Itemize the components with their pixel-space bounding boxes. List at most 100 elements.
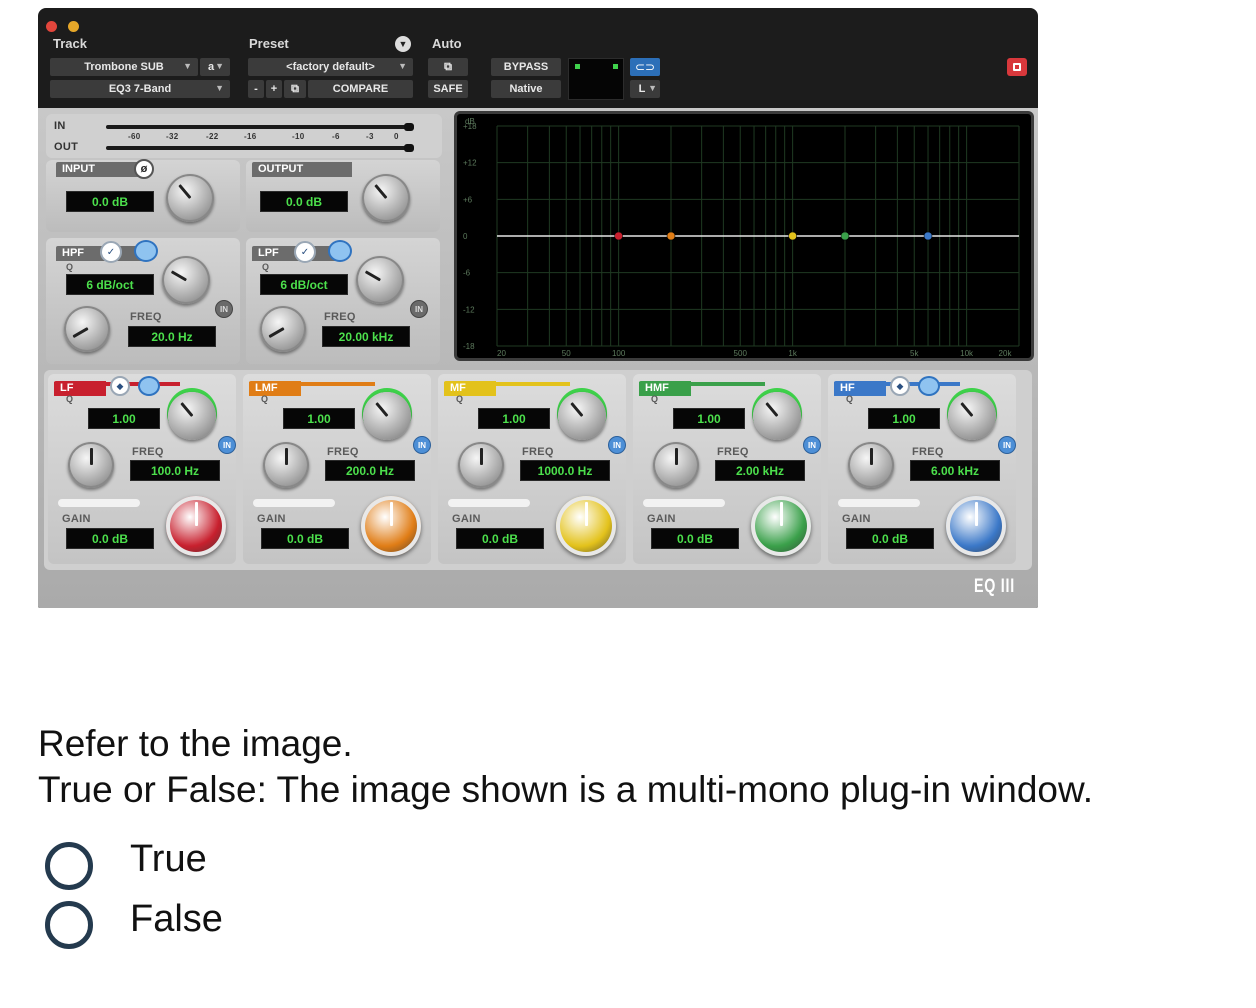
preset-selector[interactable]: <factory default> ▼ (248, 58, 413, 76)
bypass-button[interactable]: BYPASS (491, 58, 561, 76)
hpf-freq-value[interactable]: 20.0 Hz (128, 326, 216, 347)
hf-enable-icon[interactable]: ◆ (890, 376, 910, 396)
hf-gain-value[interactable]: 0.0 dB (846, 528, 934, 549)
mf-gain-knob[interactable] (556, 496, 616, 556)
output-gain-value[interactable]: 0.0 dB (260, 191, 348, 212)
lpf-freq-knob[interactable] (260, 306, 306, 352)
hpf-shape-icon[interactable] (134, 240, 158, 262)
lpf-shape-icon[interactable] (328, 240, 352, 262)
track-slot-selector[interactable]: a ▼ (200, 58, 230, 76)
lpf-enable-icon[interactable]: ✓ (294, 241, 316, 263)
option-true-label[interactable]: True (130, 838, 207, 881)
lf-gain-knob[interactable] (166, 496, 226, 556)
mf-freq-value[interactable]: 1000.0 Hz (520, 460, 610, 481)
lmf-freq-knob[interactable] (263, 442, 309, 488)
lf-freq-knob[interactable] (68, 442, 114, 488)
lmf-gain-value[interactable]: 0.0 dB (261, 528, 349, 549)
mf-q-value[interactable]: 1.00 (478, 408, 550, 429)
safe-button[interactable]: SAFE (428, 80, 468, 98)
hpf-in-button[interactable]: IN (215, 300, 233, 318)
hmf-gain-value[interactable]: 0.0 dB (651, 528, 739, 549)
hpf-slope-knob[interactable] (162, 256, 210, 304)
lmf-q-value[interactable]: 1.00 (283, 408, 355, 429)
db-tick-label: -12 (463, 305, 475, 314)
hpf-freq-knob[interactable] (64, 306, 110, 352)
meter-tick-label: -60 (128, 132, 141, 141)
lf-freq-label: FREQ (132, 446, 164, 458)
band-handle-lf[interactable] (614, 231, 623, 241)
lf-q-value[interactable]: 1.00 (88, 408, 160, 429)
lf-shelf-icon[interactable] (138, 376, 160, 396)
hf-q-knob[interactable] (948, 392, 996, 440)
record-icon[interactable] (1007, 58, 1027, 76)
insert-selector[interactable]: EQ3 7-Band ▼ (50, 80, 230, 98)
hf-in-button[interactable]: IN (998, 436, 1016, 454)
input-gain-knob[interactable] (166, 174, 214, 222)
lmf-q-knob[interactable] (363, 392, 411, 440)
hpf-slope-value[interactable]: 6 dB/oct (66, 274, 154, 295)
lf-q-knob[interactable] (168, 392, 216, 440)
lpf-slope-knob[interactable] (356, 256, 404, 304)
lpf-in-button[interactable]: IN (410, 300, 428, 318)
hmf-q-knob[interactable] (753, 392, 801, 440)
track-name: Trombone SUB (84, 61, 164, 73)
band-handle-lmf[interactable] (666, 231, 676, 241)
hmf-q-value[interactable]: 1.00 (673, 408, 745, 429)
hf-freq-value[interactable]: 6.00 kHz (910, 460, 1000, 481)
previous-preset-button[interactable]: - (248, 80, 264, 98)
mf-gain-value[interactable]: 0.0 dB (456, 528, 544, 549)
automation-button[interactable]: ⧉ (428, 58, 468, 76)
hmf-gain-label: GAIN (647, 513, 676, 525)
chevron-down-icon: ▼ (215, 83, 224, 93)
chevron-down-icon: ▼ (183, 61, 192, 71)
freq-tick-label: 20k (999, 349, 1013, 358)
lmf-in-button[interactable]: IN (413, 436, 431, 454)
input-gain-value[interactable]: 0.0 dB (66, 191, 154, 212)
hmf-freq-knob[interactable] (653, 442, 699, 488)
lpf-slope-value[interactable]: 6 dB/oct (260, 274, 348, 295)
automation-icon: ⧉ (444, 60, 452, 73)
hf-shelf-icon[interactable] (918, 376, 940, 396)
lmf-gain-knob[interactable] (361, 496, 421, 556)
compare-button[interactable]: COMPARE (308, 80, 413, 98)
channel-selector[interactable]: L ▼ (630, 80, 660, 98)
meter-out-clip[interactable] (404, 144, 414, 152)
hmf-gain-knob[interactable] (751, 496, 811, 556)
hf-gain-knob[interactable] (946, 496, 1006, 556)
option-false-radio[interactable] (45, 901, 93, 949)
track-selector[interactable]: Trombone SUB ▼ (50, 58, 198, 76)
mf-freq-knob[interactable] (458, 442, 504, 488)
close-window-button[interactable] (46, 21, 57, 32)
hmf-gain-slider-track (643, 499, 725, 507)
lpf-freq-label: FREQ (324, 311, 356, 323)
band-handle-hf[interactable] (923, 231, 933, 241)
band-handle-mf[interactable] (788, 231, 797, 241)
option-false-label[interactable]: False (130, 898, 223, 941)
lpf-freq-value[interactable]: 20.00 kHz (322, 326, 410, 347)
meter-in-clip[interactable] (404, 123, 414, 131)
next-preset-button[interactable]: + (266, 80, 282, 98)
hf-q-value[interactable]: 1.00 (868, 408, 940, 429)
option-true-radio[interactable] (45, 842, 93, 890)
lf-enable-icon[interactable]: ◆ (110, 376, 130, 396)
lf-freq-value[interactable]: 100.0 Hz (130, 460, 220, 481)
copy-settings-button[interactable]: ⧉ (284, 80, 306, 98)
lmf-freq-value[interactable]: 200.0 Hz (325, 460, 415, 481)
lf-gain-value[interactable]: 0.0 dB (66, 528, 154, 549)
mf-in-button[interactable]: IN (608, 436, 626, 454)
output-gain-knob[interactable] (362, 174, 410, 222)
link-button[interactable]: ⊂⊃ (630, 58, 660, 76)
lf-in-button[interactable]: IN (218, 436, 236, 454)
freq-tick-label: 1k (788, 349, 797, 358)
hpf-enable-icon[interactable]: ✓ (100, 241, 122, 263)
phase-invert-button[interactable]: ø (134, 159, 154, 179)
mf-q-knob[interactable] (558, 392, 606, 440)
hmf-in-button[interactable]: IN (803, 436, 821, 454)
hf-freq-knob[interactable] (848, 442, 894, 488)
minimize-window-button[interactable] (68, 21, 79, 32)
hmf-freq-value[interactable]: 2.00 kHz (715, 460, 805, 481)
lf-gain-label: GAIN (62, 513, 91, 525)
eq-curve-display[interactable]: dB +18 +12 +6 0 -6 -12 -18 20 50 100 500 1k 5k 10k 20k (454, 111, 1034, 361)
band-handle-hmf[interactable] (840, 231, 850, 241)
preset-menu-icon[interactable]: ▼ (395, 36, 411, 52)
